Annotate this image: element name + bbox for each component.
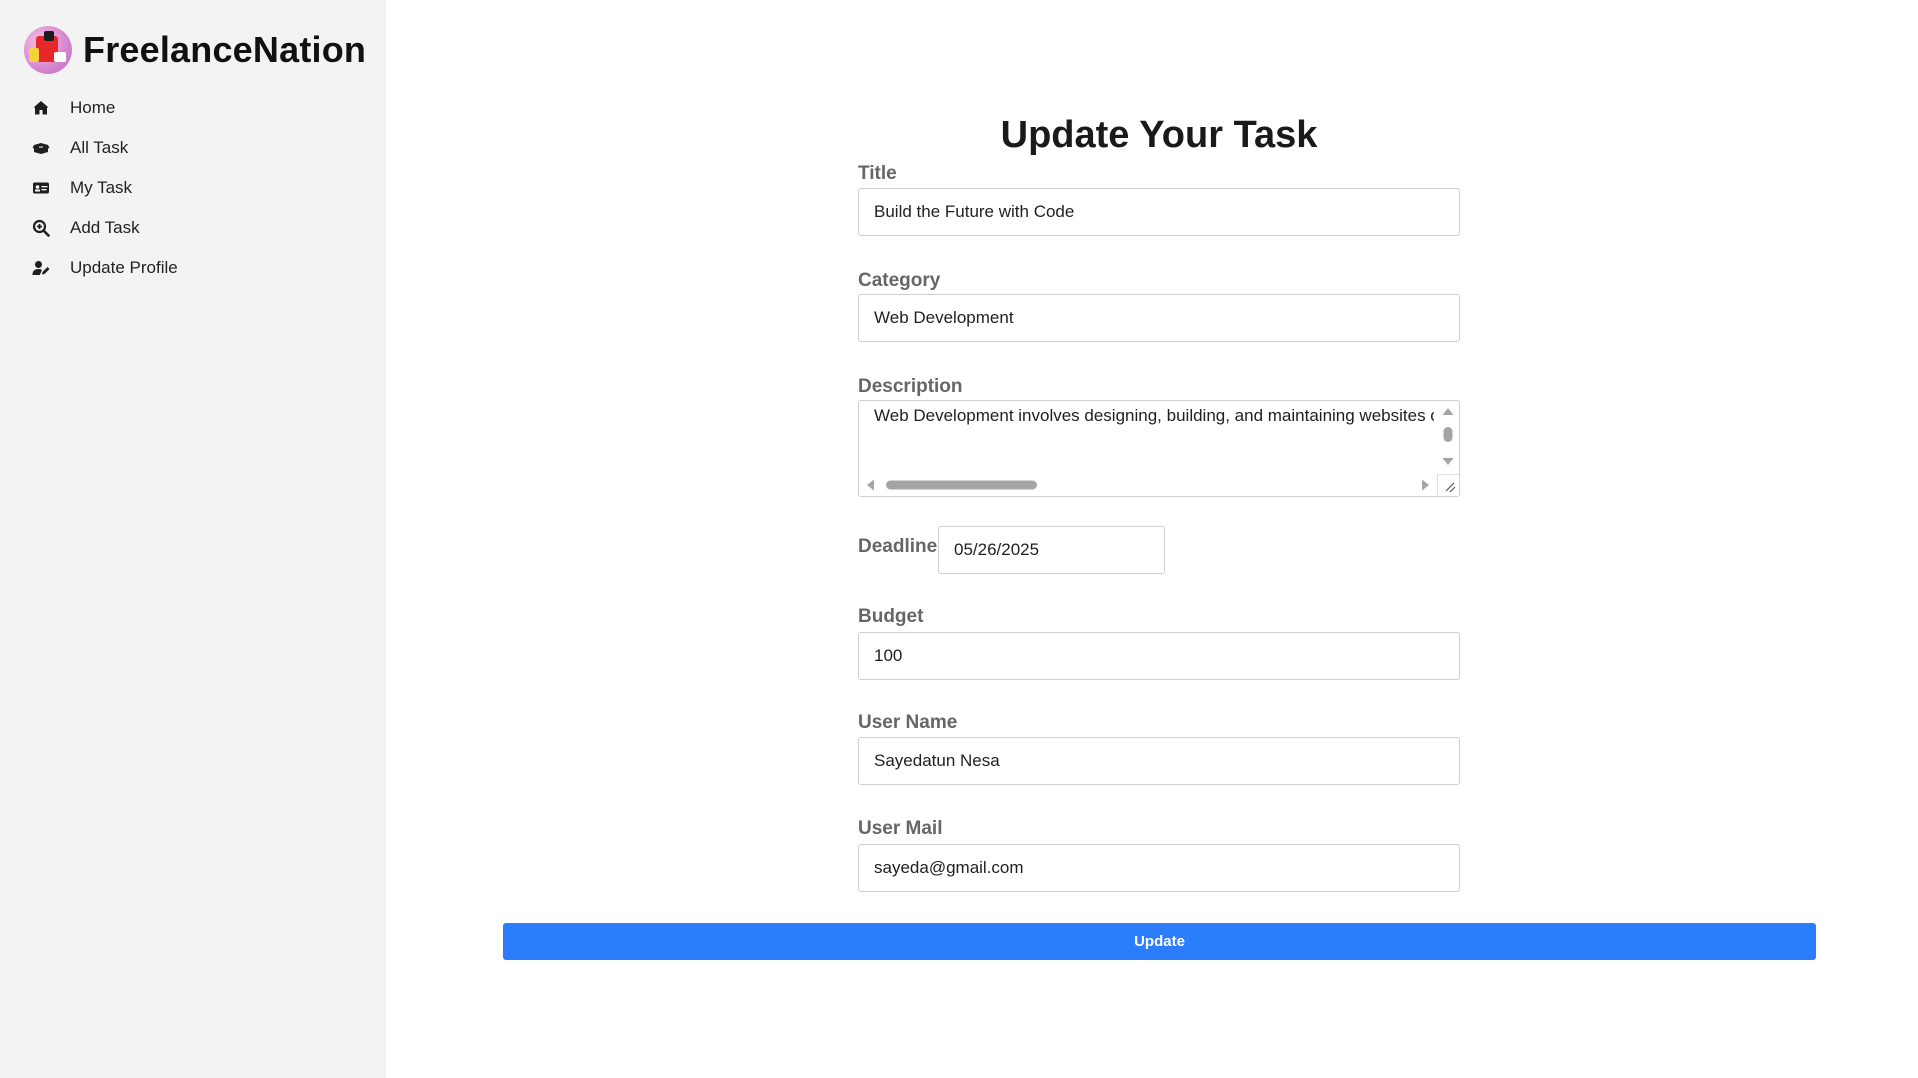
sidebar-item-label: Home (70, 98, 116, 117)
sidebar-item-home[interactable]: Home (32, 88, 178, 128)
category-input[interactable] (858, 294, 1460, 342)
app-root: FreelanceNation Home All Task My Task Ad… (0, 0, 1918, 1078)
box-open-icon (32, 139, 50, 157)
page-title: Update Your Task (1000, 114, 1318, 156)
sidebar: FreelanceNation Home All Task My Task Ad… (0, 0, 386, 1078)
sidebar-item-add-task[interactable]: Add Task (32, 208, 178, 248)
user-mail-input[interactable] (858, 844, 1460, 892)
search-plus-icon (32, 219, 50, 237)
sidebar-item-label: Update Profile (70, 258, 178, 277)
horizontal-scrollbar[interactable] (859, 474, 1437, 496)
user-mail-label: User Mail (858, 818, 943, 839)
update-button[interactable]: Update (503, 923, 1816, 960)
title-input[interactable] (858, 188, 1460, 236)
budget-label: Budget (858, 606, 924, 627)
title-label: Title (858, 163, 897, 184)
app-logo-icon (24, 26, 72, 74)
sidebar-item-label: My Task (70, 178, 133, 197)
user-edit-icon (32, 259, 50, 277)
sidebar-item-my-task[interactable]: My Task (32, 168, 178, 208)
user-name-input[interactable] (858, 737, 1460, 785)
budget-input[interactable] (858, 632, 1460, 680)
sidebar-item-label: Add Task (70, 218, 140, 237)
sidebar-item-all-task[interactable]: All Task (32, 128, 178, 168)
brand-name: FreelanceNation (83, 29, 367, 70)
home-icon (32, 99, 50, 117)
id-card-icon (32, 179, 50, 197)
resize-handle-icon[interactable] (1437, 474, 1459, 496)
sidebar-nav: Home All Task My Task Add Task Update Pr… (32, 88, 178, 288)
vertical-scrollbar[interactable] (1437, 401, 1459, 473)
brand[interactable]: FreelanceNation (24, 26, 366, 74)
user-name-label: User Name (858, 712, 958, 733)
description-text: Web Development involves designing, buil… (874, 406, 1434, 425)
sidebar-item-label: All Task (70, 138, 129, 157)
deadline-date-input[interactable] (938, 526, 1165, 574)
category-label: Category (858, 270, 941, 291)
description-label: Description (858, 376, 963, 397)
description-textarea[interactable]: Web Development involves designing, buil… (858, 400, 1460, 497)
sidebar-item-update-profile[interactable]: Update Profile (32, 248, 178, 288)
deadline-label: Deadline (858, 536, 938, 557)
